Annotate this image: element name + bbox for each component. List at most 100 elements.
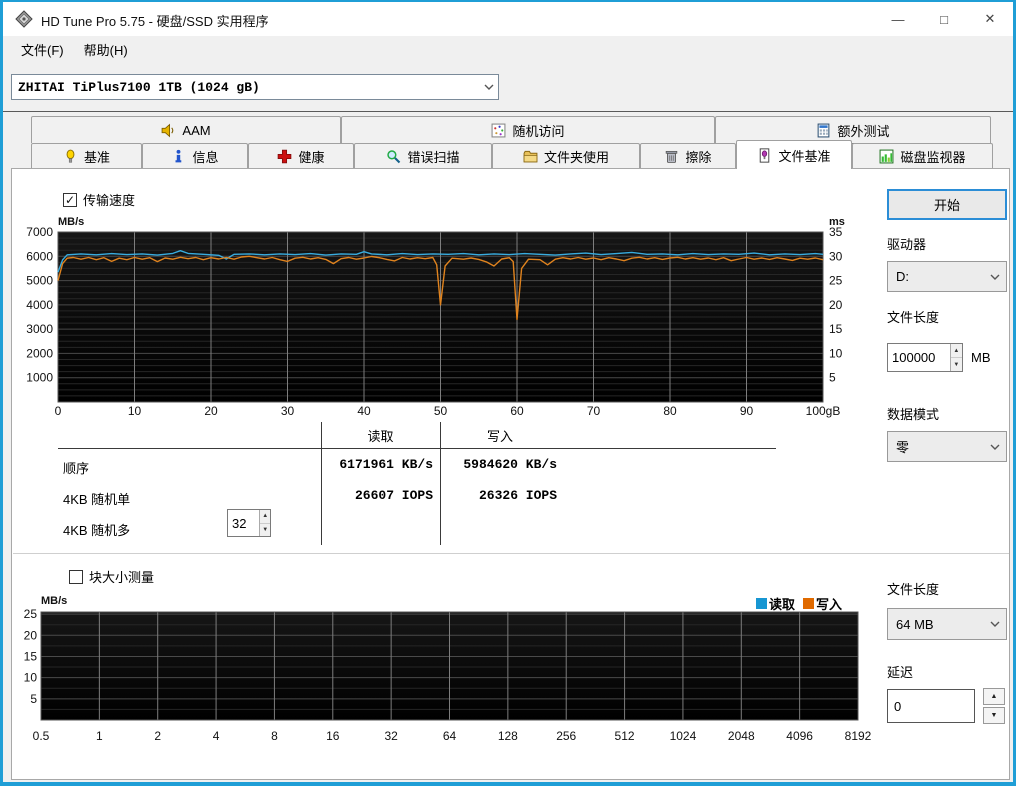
drive-dropdown[interactable]: D: — [887, 261, 1007, 292]
tick-label: 512 — [615, 729, 635, 743]
trash-icon — [666, 150, 678, 163]
tab-label: 信息 — [192, 150, 219, 165]
menu-help[interactable]: 帮助(H) — [74, 36, 138, 63]
tick-label: 5000 — [26, 274, 53, 288]
tab-row-bottom: 基准 信息 健康 错误扫描 文件夹使用 擦除 文件基准 磁盘监视器 — [31, 140, 993, 169]
app-window: HD Tune Pro 5.75 - 硬盘/SSD 实用程序 — □ ✕ 文件(… — [0, 0, 1016, 786]
drive-label: 驱动器 — [887, 237, 927, 252]
tick-label: 20 — [204, 404, 218, 418]
random-single-write-value: 26326 IOPS — [478, 488, 557, 503]
delay-input[interactable]: 0 — [887, 689, 975, 723]
block-file-length-value: 64 MB — [896, 616, 934, 632]
menu-file[interactable]: 文件(F) — [11, 36, 74, 63]
tick-label: 7000 — [26, 225, 53, 239]
tab-disk-monitor[interactable]: 磁盘监视器 — [852, 143, 993, 169]
window-title: HD Tune Pro 5.75 - 硬盘/SSD 实用程序 — [41, 14, 269, 29]
tick-label: 128 — [498, 729, 518, 743]
tick-label: 1024 — [670, 729, 697, 743]
tick-label: 80 — [663, 404, 677, 418]
delay-label: 延迟 — [887, 665, 914, 680]
tick-label: ms — [829, 216, 845, 228]
tab-info[interactable]: 信息 — [142, 143, 248, 169]
tab-row-top: AAM 随机访问 额外测试 — [31, 116, 991, 143]
file-length-spin-down[interactable]: ▼ — [950, 358, 962, 371]
row-sequential-label: 顺序 — [63, 461, 90, 476]
tick-label: 8 — [271, 729, 278, 743]
tick-label: 15 — [829, 322, 843, 336]
random-access-icon — [492, 123, 506, 137]
tab-label: 磁盘监视器 — [900, 150, 966, 165]
tab-error-scan[interactable]: 错误扫描 — [354, 143, 492, 169]
delay-spinner: ▲ ▼ — [983, 688, 1005, 724]
tab-file-benchmark[interactable]: 文件基准 — [736, 140, 852, 169]
tab-extra-tests[interactable]: 额外测试 — [715, 116, 991, 143]
maximize-button[interactable]: □ — [921, 2, 967, 36]
tab-label: 随机访问 — [512, 123, 565, 139]
table-vline-2 — [440, 422, 441, 545]
table-vline-1 — [321, 422, 322, 545]
data-pattern-dropdown[interactable]: 零 — [887, 431, 1007, 462]
queue-depth-input[interactable] — [228, 510, 260, 536]
delay-spin-up[interactable]: ▲ — [983, 688, 1005, 705]
tick-label: 64 — [443, 729, 457, 743]
delay-spin-down[interactable]: ▼ — [983, 707, 1005, 724]
tab-label: 文件基准 — [778, 148, 831, 164]
section-divider — [13, 553, 1009, 554]
tab-label: 健康 — [298, 150, 325, 165]
tab-label: 文件夹使用 — [543, 150, 609, 165]
queue-depth-spinner[interactable]: ▲ ▼ — [227, 509, 271, 537]
file-length-spinner[interactable]: ▲ ▼ — [887, 343, 963, 372]
file-length-input[interactable] — [888, 344, 950, 371]
close-button[interactable]: ✕ — [967, 2, 1013, 36]
tick-label: 50 — [434, 404, 448, 418]
tab-folder-usage[interactable]: 文件夹使用 — [492, 143, 640, 169]
health-cross-icon — [278, 149, 292, 164]
tab-benchmark[interactable]: 基准 — [31, 143, 142, 169]
queue-depth-spin-up[interactable]: ▲ — [260, 510, 270, 524]
queue-depth-spin-down[interactable]: ▼ — [260, 523, 270, 536]
tick-label: 8192 — [845, 729, 872, 743]
start-button[interactable]: 开始 — [887, 189, 1007, 220]
file-length-spin-up[interactable]: ▲ — [950, 344, 962, 358]
sequential-write-value: 5984620 KB/s — [463, 457, 557, 472]
tick-label: 1 — [96, 729, 103, 743]
tab-health[interactable]: 健康 — [248, 143, 354, 169]
checkbox-check-icon: ✓ — [63, 192, 77, 207]
block-size-checkbox[interactable]: 块大小测量 — [69, 567, 154, 586]
calculator-icon — [818, 123, 830, 137]
tick-label: 10 — [24, 671, 38, 685]
menu-bar: 文件(F) 帮助(H) — [3, 36, 1013, 62]
chevron-down-icon — [984, 444, 1006, 450]
title-bar: HD Tune Pro 5.75 - 硬盘/SSD 实用程序 — □ ✕ — [3, 2, 1013, 36]
drive-select-value: ZHITAI TiPlus7100 1TB (1024 gB) — [18, 79, 260, 95]
row-4k-multi-label: 4KB 随机多 — [63, 523, 131, 538]
block-file-length-dropdown[interactable]: 64 MB — [887, 608, 1007, 640]
block-size-chart: 0.5 1 2 4 8 16 32 64 128 256 512 1024 2048 4096 8192 MB… — [24, 595, 872, 743]
tick-label: 30 — [281, 404, 295, 418]
disk-monitor-icon — [880, 149, 894, 164]
transfer-speed-checkbox[interactable]: ✓ 传输速度 — [63, 190, 135, 209]
lightbulb-icon — [66, 149, 75, 163]
tick-label: 30 — [829, 249, 843, 263]
drive-select[interactable]: ZHITAI TiPlus7100 1TB (1024 gB) — [11, 74, 499, 100]
tick-label: 16 — [326, 729, 340, 743]
tick-label: 256 — [556, 729, 576, 743]
random-single-read-value: 26607 IOPS — [354, 488, 433, 503]
tick-label: MB/s — [41, 595, 67, 607]
tab-erase[interactable]: 擦除 — [640, 143, 736, 169]
tick-label: 5 — [30, 692, 37, 706]
file-benchmark-icon — [760, 147, 770, 163]
tab-random-access[interactable]: 随机访问 — [341, 116, 715, 143]
write-column-header: 写入 — [486, 429, 513, 444]
info-icon — [175, 149, 182, 163]
toolbar-separator — [3, 111, 1013, 112]
tick-label: 25 — [829, 274, 843, 288]
tick-label: 90 — [740, 404, 754, 418]
app-icon — [15, 10, 33, 28]
transfer-speed-label: 传输速度 — [83, 193, 136, 208]
tick-label: 32 — [384, 729, 398, 743]
tab-aam[interactable]: AAM — [31, 116, 341, 143]
tick-label: 5 — [829, 371, 836, 385]
minimize-button[interactable]: — — [875, 2, 921, 36]
tab-label: 错误扫描 — [407, 150, 460, 165]
